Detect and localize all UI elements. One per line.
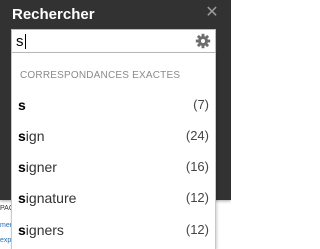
search-field[interactable] [11, 29, 216, 53]
suggestion-item[interactable]: s (7) [12, 92, 215, 118]
suggestions-dropdown: CORRESPONDANCES EXACTES s (7) sign (24) … [11, 53, 216, 249]
suggestion-item[interactable]: signers (12) [12, 217, 215, 243]
suggestion-count: (24) [185, 128, 209, 143]
suggestion-item[interactable]: signature (12) [12, 185, 215, 211]
suggestion-item[interactable]: signer (16) [12, 154, 215, 180]
text-caret [25, 34, 26, 49]
screen: PAC mer expe Rechercher ✕ s CORRESPONDAN… [0, 0, 231, 249]
suggestion-count: (7) [193, 97, 209, 112]
suggestion-term: signer [18, 159, 57, 175]
suggestion-count: (12) [185, 222, 209, 237]
search-input[interactable] [16, 32, 186, 50]
suggestion-term: signature [18, 190, 77, 206]
close-icon: ✕ [205, 4, 219, 21]
suggestion-term: sign [18, 128, 45, 144]
suggestion-item[interactable]: sign (24) [12, 123, 215, 149]
panel-title: Rechercher [12, 6, 95, 23]
close-button[interactable]: ✕ [204, 4, 220, 22]
suggestion-term: signers [18, 222, 64, 238]
suggestion-count: (12) [185, 190, 209, 205]
suggestion-count: (16) [185, 159, 209, 174]
suggestion-term: s [18, 97, 26, 113]
section-header-exact-matches: CORRESPONDANCES EXACTES [20, 70, 181, 81]
gear-icon[interactable] [195, 33, 211, 49]
